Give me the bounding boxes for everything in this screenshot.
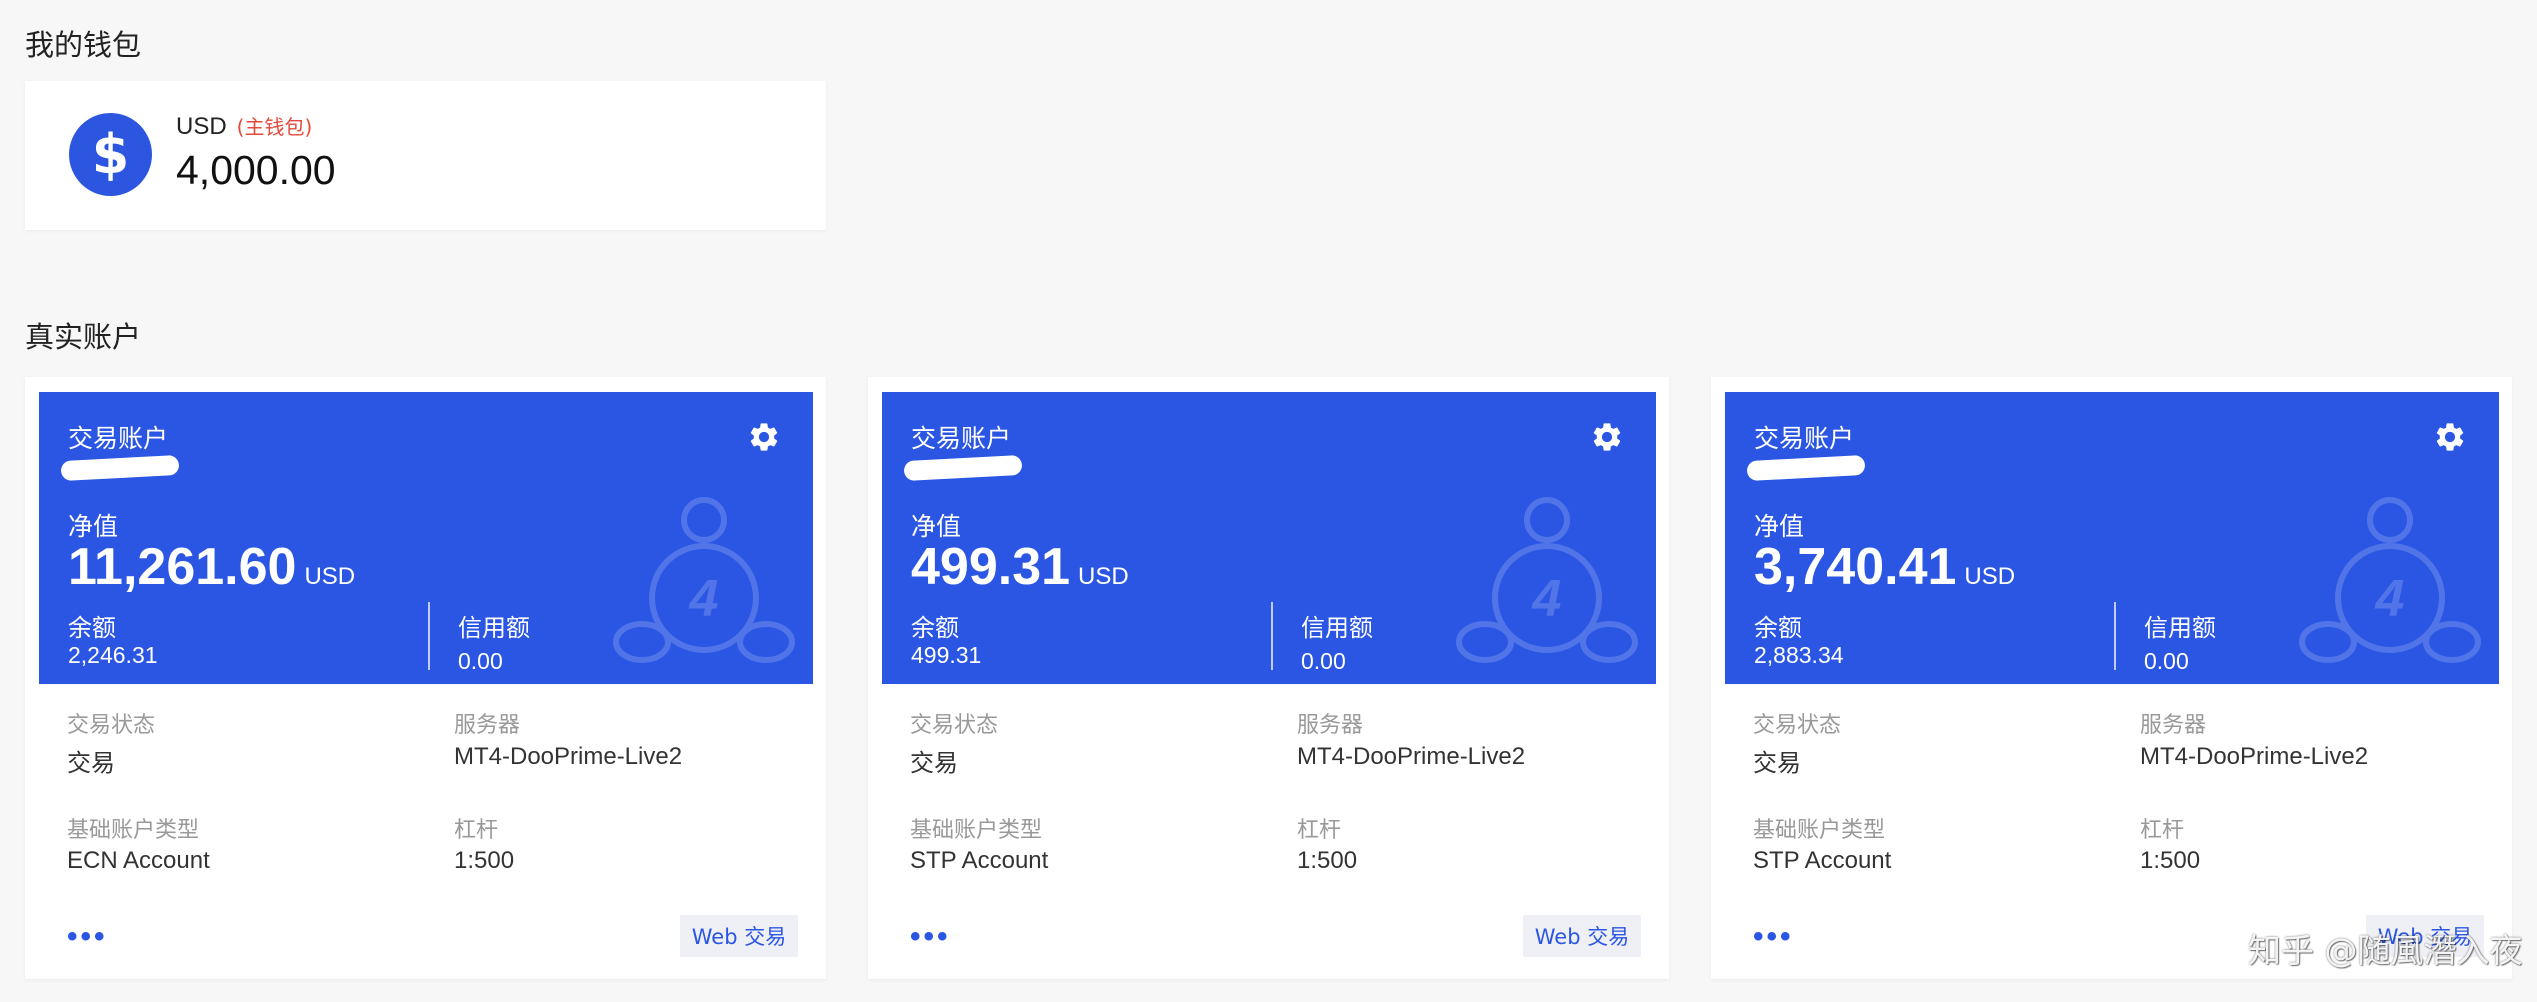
- equity-unit: USD: [304, 563, 356, 590]
- dollar-icon: $: [69, 113, 152, 196]
- trade-status-value: 交易: [1753, 750, 1801, 777]
- mt4-logo-icon: 4: [1456, 497, 1638, 663]
- account-type-label: 交易账户: [68, 424, 169, 453]
- main-wallet-tag: (主钱包): [236, 115, 313, 139]
- server-label: 服务器: [454, 713, 521, 738]
- trade-status-value: 交易: [67, 750, 115, 777]
- redacted-account-number: [1746, 454, 1866, 482]
- base-account-type-label: 基础账户类型: [1753, 818, 1886, 843]
- svg-text:4: 4: [1532, 570, 1562, 628]
- equity-amount: 11,261.60: [68, 538, 297, 596]
- base-account-type-value: STP Account: [1753, 847, 1892, 874]
- equity-amount: 499.31: [911, 538, 1071, 596]
- more-options-button[interactable]: •••: [67, 922, 108, 952]
- equity-unit: USD: [1964, 563, 2016, 590]
- divider: [2114, 602, 2116, 670]
- leverage-value: 1:500: [2140, 847, 2201, 874]
- account-card-header: 交易账户 4 净值 499.31 USD 余额 499.31 信用额 0.00: [882, 392, 1656, 684]
- leverage-value: 1:500: [454, 847, 515, 874]
- account-card-header: 交易账户 4 净值 3,740.41 USD 余额 2,883.34 信用额 0.…: [1725, 392, 2499, 684]
- wallet-currency: USD (主钱包): [176, 111, 312, 141]
- leverage-label: 杠杆: [2140, 818, 2185, 843]
- wallet-amount: 4,000.00: [176, 147, 336, 193]
- trade-status-label: 交易状态: [1753, 713, 1842, 738]
- redacted-account-number: [903, 454, 1023, 482]
- divider: [428, 602, 430, 670]
- credit-value: 0.00: [1301, 648, 1346, 674]
- trade-status-value: 交易: [910, 750, 958, 777]
- balance-value: 2,246.31: [68, 642, 158, 668]
- base-account-type-value: ECN Account: [67, 847, 210, 874]
- web-trade-button[interactable]: Web 交易: [680, 915, 798, 957]
- credit-value: 0.00: [2144, 648, 2189, 674]
- server-label: 服务器: [2140, 713, 2207, 738]
- account-card: 交易账户 4 净值 499.31 USD 余额 499.31 信用额 0.00 交…: [868, 377, 1669, 979]
- leverage-label: 杠杆: [454, 818, 499, 843]
- web-trade-button[interactable]: Web 交易: [1523, 915, 1641, 957]
- base-account-type-label: 基础账户类型: [910, 818, 1043, 843]
- mt4-logo-icon: 4: [2299, 497, 2481, 663]
- page: 我的钱包 $ USD (主钱包) 4,000.00 真实账户 交易账户 4 净值 …: [0, 0, 2537, 1002]
- equity-value: 11,261.60 USD: [68, 537, 355, 597]
- balance-label: 余额: [1754, 614, 1802, 642]
- trade-status-label: 交易状态: [67, 713, 156, 738]
- server-label: 服务器: [1297, 713, 1364, 738]
- server-value: MT4-DooPrime-Live2: [454, 743, 683, 770]
- credit-label: 信用额: [1301, 614, 1373, 642]
- gear-icon[interactable]: [1590, 420, 1624, 454]
- wallet-card[interactable]: $ USD (主钱包) 4,000.00: [25, 81, 826, 230]
- svg-text:4: 4: [2375, 570, 2405, 628]
- balance-value: 2,883.34: [1754, 642, 1844, 668]
- account-card: 交易账户 4 净值 3,740.41 USD 余额 2,883.34 信用额 0.…: [1711, 377, 2512, 979]
- leverage-value: 1:500: [1297, 847, 1358, 874]
- gear-icon[interactable]: [2433, 420, 2467, 454]
- server-value: MT4-DooPrime-Live2: [1297, 743, 1526, 770]
- account-type-label: 交易账户: [911, 424, 1012, 453]
- credit-value: 0.00: [458, 648, 503, 674]
- wallet-section-title: 我的钱包: [25, 28, 142, 62]
- redacted-account-number: [60, 454, 180, 482]
- equity-unit: USD: [1078, 563, 1129, 590]
- divider: [1271, 602, 1273, 670]
- balance-value: 499.31: [911, 642, 982, 668]
- trade-status-label: 交易状态: [910, 713, 999, 738]
- equity-value: 499.31 USD: [911, 537, 1129, 597]
- zhihu-watermark: 知乎 @随風潛入夜: [2248, 931, 2523, 970]
- balance-label: 余额: [911, 614, 959, 642]
- equity-value: 3,740.41 USD: [1754, 537, 2015, 597]
- server-value: MT4-DooPrime-Live2: [2140, 743, 2369, 770]
- balance-label: 余额: [68, 614, 116, 642]
- svg-text:4: 4: [689, 570, 719, 628]
- account-type-label: 交易账户: [1754, 424, 1855, 453]
- gear-icon[interactable]: [747, 420, 781, 454]
- base-account-type-value: STP Account: [910, 847, 1049, 874]
- base-account-type-label: 基础账户类型: [67, 818, 200, 843]
- real-accounts-title: 真实账户: [25, 320, 142, 354]
- leverage-label: 杠杆: [1297, 818, 1342, 843]
- equity-amount: 3,740.41: [1754, 538, 1957, 596]
- account-card-header: 交易账户 4 净值 11,261.60 USD 余额 2,246.31 信用额 0…: [39, 392, 813, 684]
- mt4-logo-icon: 4: [613, 497, 795, 663]
- more-options-button[interactable]: •••: [1753, 922, 1794, 952]
- wallet-currency-code: USD: [176, 113, 227, 140]
- account-card: 交易账户 4 净值 11,261.60 USD 余额 2,246.31 信用额 0…: [25, 377, 826, 979]
- credit-label: 信用额: [2144, 614, 2216, 642]
- credit-label: 信用额: [458, 614, 530, 642]
- more-options-button[interactable]: •••: [910, 922, 951, 952]
